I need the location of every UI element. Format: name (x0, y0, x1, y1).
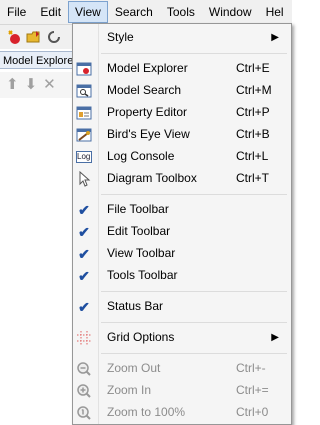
menu-item-birds-eye-view[interactable]: Bird's Eye View Ctrl+B (73, 124, 291, 146)
view-menu-dropdown: Style ▶ Model Explorer Ctrl+E Model Sear… (72, 23, 292, 425)
tab-model-explorer[interactable]: Model Explore (0, 51, 73, 69)
menu-separator (101, 53, 287, 54)
menu-item-shortcut: Ctrl+P (236, 105, 270, 119)
menu-item-shortcut: Ctrl+= (236, 383, 269, 397)
panel-toolbar: ⬆ ⬇ ✕ (0, 72, 73, 98)
menu-item-log-console[interactable]: Log Log Console Ctrl+L (73, 146, 291, 168)
menu-separator (101, 322, 287, 323)
menu-item-file-toolbar[interactable]: ✔ File Toolbar (73, 199, 291, 221)
new-model-icon[interactable] (6, 29, 22, 45)
menu-item-shortcut: Ctrl+B (236, 127, 270, 141)
open-folder-icon[interactable] (26, 29, 42, 45)
submenu-arrow-icon: ▶ (271, 32, 279, 43)
menu-item-label: Style (107, 30, 134, 44)
menu-item-label: Edit Toolbar (107, 224, 171, 238)
menu-item-property-editor[interactable]: Property Editor Ctrl+P (73, 102, 291, 124)
grid-icon (76, 330, 92, 346)
menu-item-label: Model Search (107, 83, 182, 97)
menu-item-label: Grid Options (107, 330, 175, 344)
menu-item-label: Status Bar (107, 299, 164, 313)
menu-item-model-search[interactable]: Model Search Ctrl+M (73, 80, 291, 102)
menu-item-view-toolbar[interactable]: ✔ View Toolbar (73, 243, 291, 265)
menu-item-shortcut: Ctrl+M (236, 83, 272, 97)
log-icon-text: Log (77, 152, 91, 161)
menu-file[interactable]: File (0, 1, 33, 23)
menu-item-model-explorer[interactable]: Model Explorer Ctrl+E (73, 58, 291, 80)
menu-item-zoom-out[interactable]: Zoom Out Ctrl+- (73, 358, 291, 380)
menu-separator (101, 194, 287, 195)
menu-item-zoom-to-100[interactable]: Zoom to 100% Ctrl+0 (73, 402, 291, 424)
checkmark-icon: ✔ (78, 223, 90, 240)
menu-item-shortcut: Ctrl+- (236, 361, 266, 375)
menu-item-label: Zoom Out (107, 361, 161, 375)
zoom-in-icon (76, 383, 92, 399)
menu-item-grid-options[interactable]: Grid Options ▶ (73, 327, 291, 349)
menu-bar: File Edit View Search Tools Window Hel (0, 0, 292, 25)
menu-edit[interactable]: Edit (33, 1, 68, 23)
menu-item-label: Log Console (107, 149, 175, 163)
model-search-icon (76, 83, 92, 99)
menu-help[interactable]: Hel (259, 1, 291, 23)
model-explorer-panel (0, 98, 74, 425)
submenu-arrow-icon: ▶ (271, 332, 279, 343)
menu-item-label: Diagram Toolbox (107, 171, 197, 185)
checkmark-icon: ✔ (78, 298, 90, 315)
menu-item-edit-toolbar[interactable]: ✔ Edit Toolbar (73, 221, 291, 243)
menu-item-label: Property Editor (107, 105, 188, 119)
menu-item-label: Tools Toolbar (107, 268, 178, 282)
menu-item-label: Model Explorer (107, 61, 188, 75)
menu-item-shortcut: Ctrl+E (236, 61, 270, 75)
refresh-icon[interactable] (46, 29, 62, 45)
menu-tools[interactable]: Tools (160, 1, 202, 23)
menu-item-zoom-in[interactable]: Zoom In Ctrl+= (73, 380, 291, 402)
close-icon[interactable]: ✕ (43, 77, 56, 93)
birds-eye-icon (76, 127, 92, 143)
property-editor-icon (76, 105, 92, 121)
checkmark-icon: ✔ (78, 267, 90, 284)
arrow-up-icon[interactable]: ⬆ (6, 77, 19, 93)
log-console-icon: Log (76, 149, 92, 165)
checkmark-icon: ✔ (78, 245, 90, 262)
menu-item-diagram-toolbox[interactable]: Diagram Toolbox Ctrl+T (73, 168, 291, 190)
menu-item-label: View Toolbar (107, 246, 176, 260)
menu-item-label: Zoom In (107, 383, 152, 397)
menu-item-label: Bird's Eye View (107, 127, 190, 141)
zoom-100-icon (76, 405, 92, 421)
menu-item-style[interactable]: Style ▶ (73, 27, 291, 49)
main-toolbar (0, 25, 75, 49)
menu-item-label: File Toolbar (107, 202, 169, 216)
model-explorer-icon (76, 61, 92, 77)
menu-window[interactable]: Window (202, 1, 259, 23)
menu-item-status-bar[interactable]: ✔ Status Bar (73, 296, 291, 318)
menu-separator (101, 291, 287, 292)
menu-item-shortcut: Ctrl+L (236, 149, 269, 163)
menu-item-label: Zoom to 100% (107, 405, 186, 419)
menu-item-shortcut: Ctrl+T (236, 171, 269, 185)
pointer-icon (76, 171, 92, 187)
zoom-out-icon (76, 361, 92, 377)
checkmark-icon: ✔ (78, 201, 90, 218)
arrow-down-icon[interactable]: ⬇ (25, 77, 38, 93)
menu-search[interactable]: Search (108, 1, 160, 23)
menu-item-shortcut: Ctrl+0 (236, 405, 269, 419)
menu-separator (101, 353, 287, 354)
menu-item-tools-toolbar[interactable]: ✔ Tools Toolbar (73, 265, 291, 287)
menu-view[interactable]: View (68, 1, 108, 23)
